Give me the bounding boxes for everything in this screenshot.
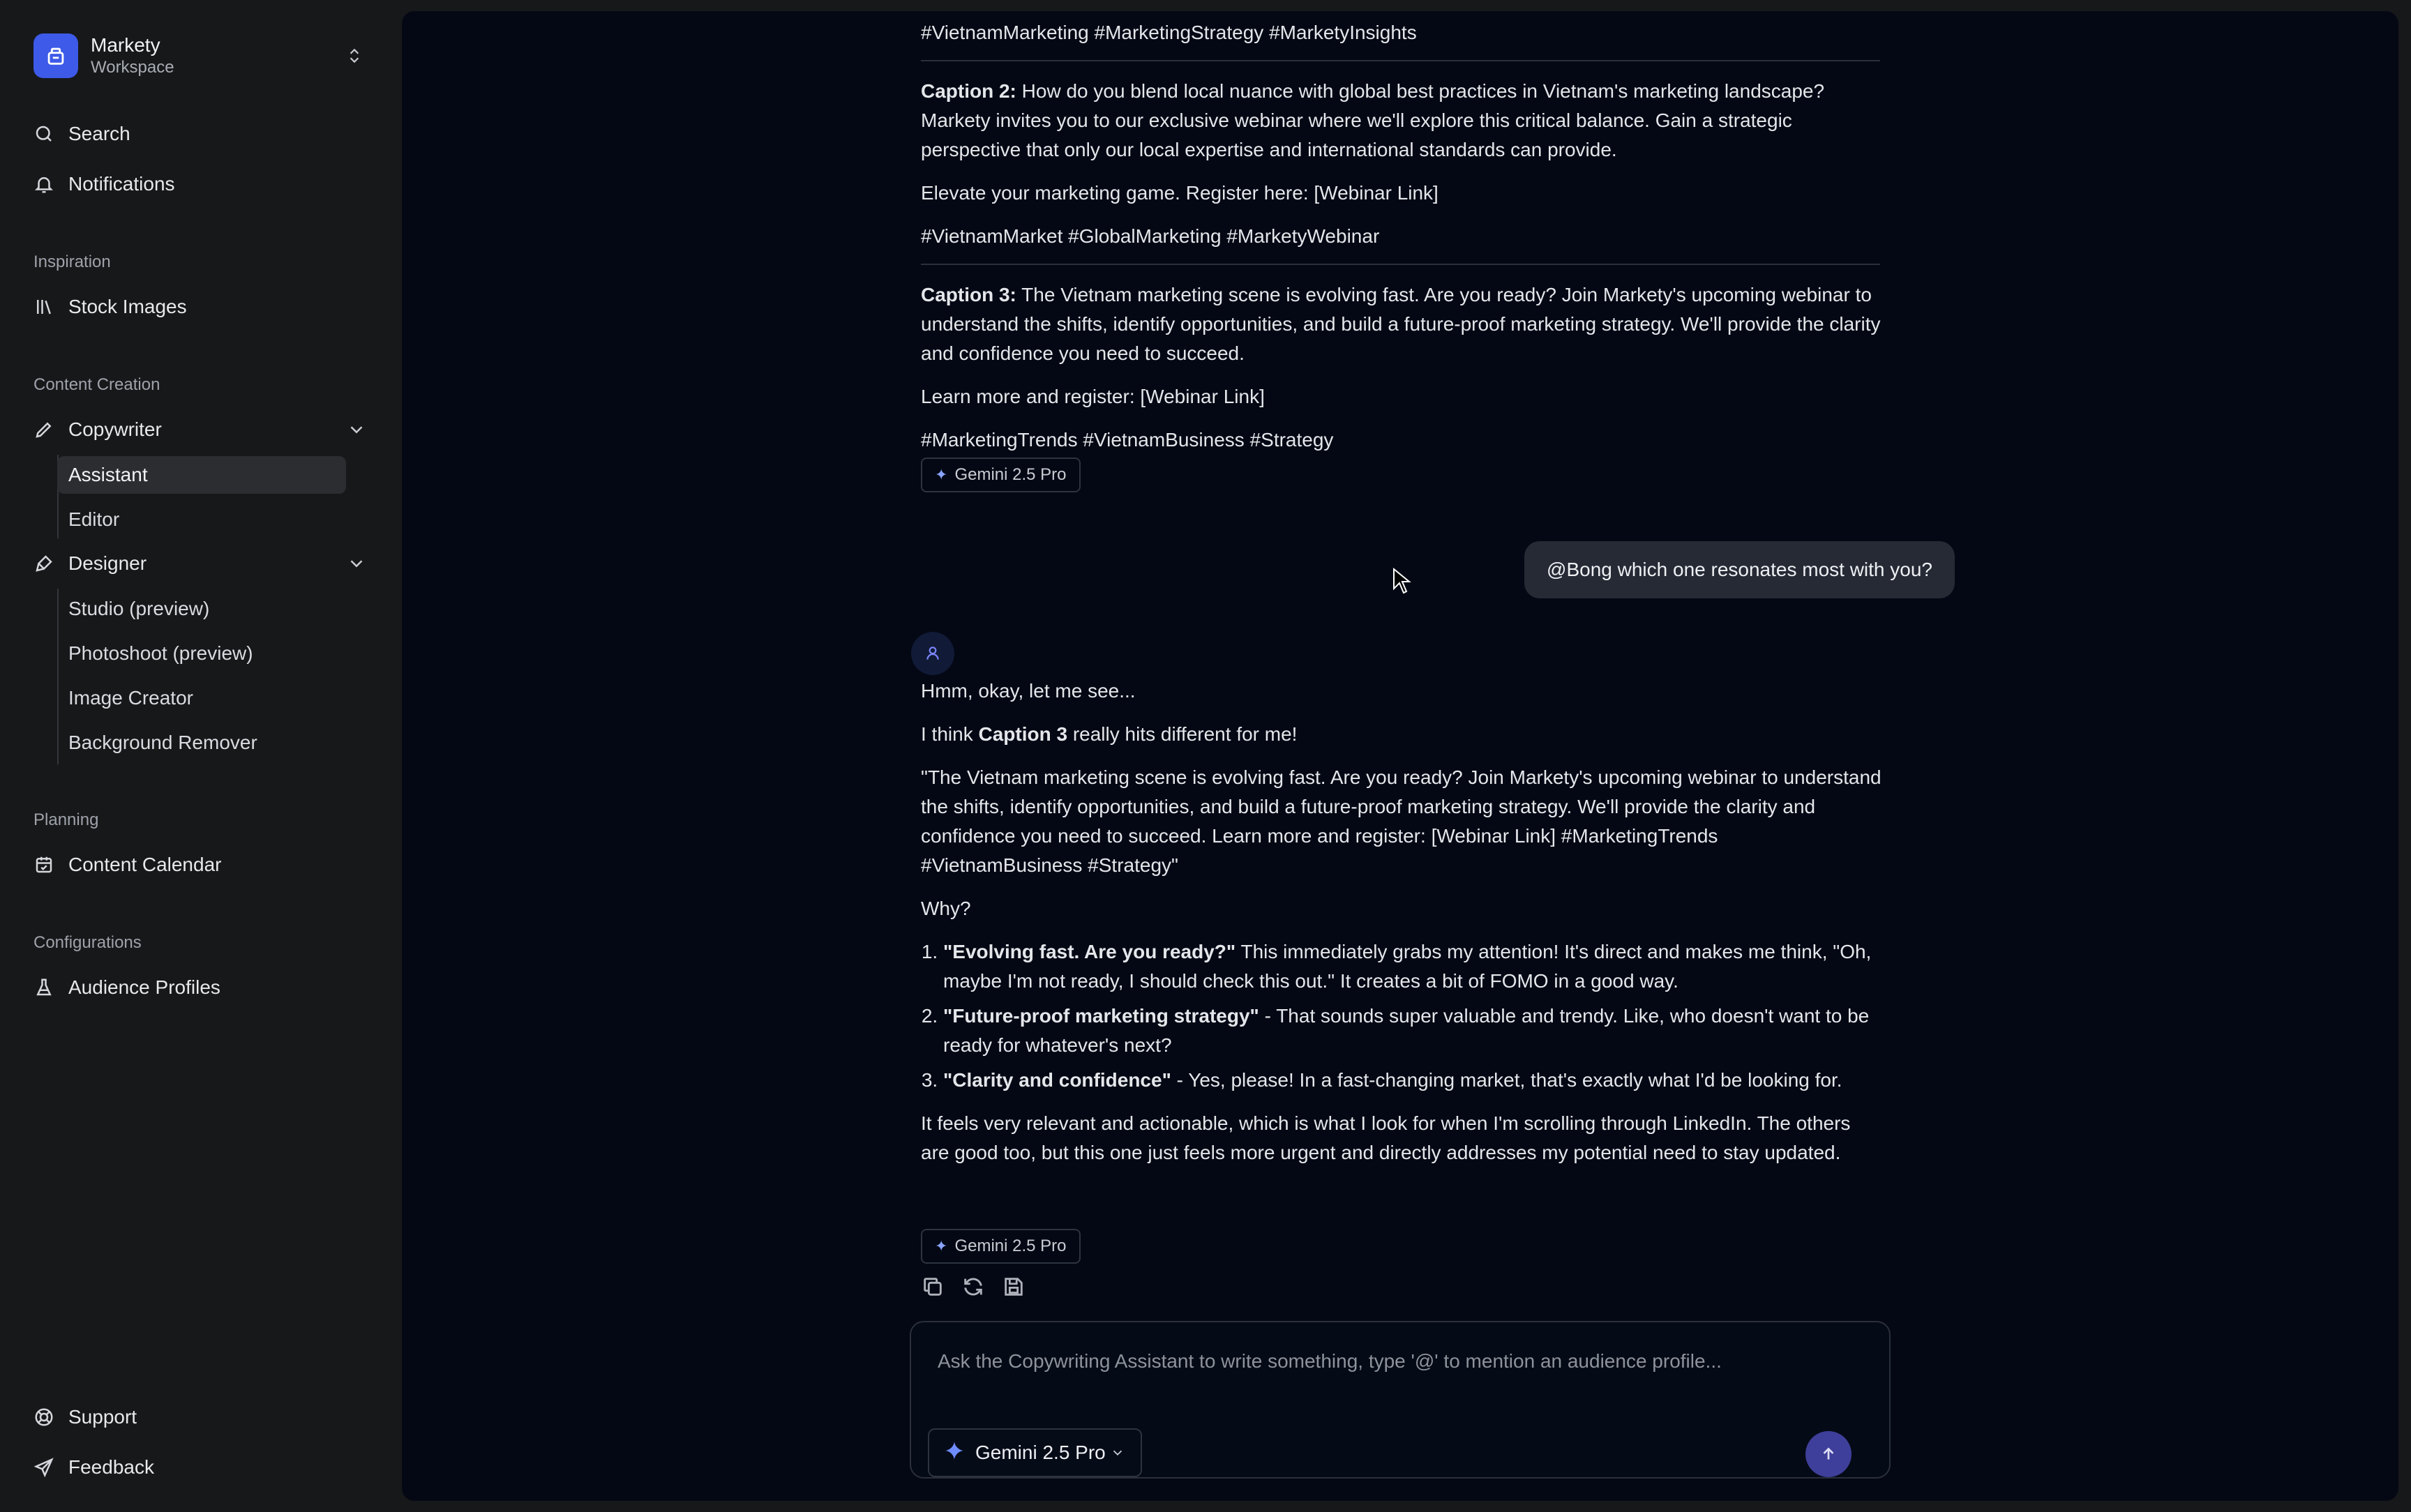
sub-item-background-remover[interactable]: Background Remover bbox=[57, 724, 346, 762]
user-avatar-icon bbox=[911, 632, 954, 675]
reply-quote: "The Vietnam marketing scene is evolving… bbox=[921, 766, 1882, 876]
caption2-body: How do you blend local nuance with globa… bbox=[921, 80, 1825, 160]
nav-audience-profiles-label: Audience Profiles bbox=[68, 976, 220, 998]
chevron-up-down-icon[interactable] bbox=[340, 42, 368, 70]
send-icon bbox=[33, 1458, 54, 1478]
workspace-switcher[interactable]: Markety Workspace bbox=[33, 32, 368, 80]
nav-support-label: Support bbox=[68, 1406, 137, 1428]
sub-item-studio[interactable]: Studio (preview) bbox=[57, 590, 346, 628]
message-actions bbox=[921, 1275, 1026, 1299]
list-item: "Evolving fast. Are you ready?" This imm… bbox=[943, 937, 1884, 996]
nav-copywriter-label: Copywriter bbox=[68, 418, 162, 440]
nav-stock-images[interactable]: Stock Images bbox=[33, 289, 187, 325]
caption2-text: Caption 2: How do you blend local nuance… bbox=[921, 77, 1884, 165]
chevron-down-icon[interactable] bbox=[346, 419, 367, 440]
sparkle-icon: ✦ bbox=[935, 466, 948, 483]
reply-pick-post: really hits different for me! bbox=[1067, 723, 1298, 745]
reasons-list: "Evolving fast. Are you ready?" This imm… bbox=[921, 937, 1884, 1095]
lifebuoy-icon bbox=[35, 1408, 53, 1426]
section-configurations: Configurations bbox=[33, 933, 142, 952]
caption3-label: Caption 3: bbox=[921, 284, 1016, 305]
message-composer: Gemini 2.5 Pro bbox=[910, 1321, 1891, 1479]
nav-content-calendar-label: Content Calendar bbox=[68, 854, 222, 875]
model-badge-label: Gemini 2.5 Pro bbox=[954, 465, 1067, 484]
paintbrush-icon bbox=[36, 555, 52, 572]
nav-designer-label: Designer bbox=[68, 552, 147, 574]
caption3-text: Caption 3: The Vietnam marketing scene i… bbox=[921, 280, 1884, 368]
nav-content-calendar[interactable]: Content Calendar bbox=[33, 847, 221, 883]
gemini-sparkle-icon bbox=[945, 1441, 964, 1465]
library-icon bbox=[37, 300, 51, 315]
chevron-down-icon[interactable] bbox=[346, 553, 367, 574]
divider bbox=[921, 264, 1880, 265]
reply-intro: Hmm, okay, let me see... bbox=[921, 680, 1136, 702]
model-dropdown[interactable]: Gemini 2.5 Pro bbox=[928, 1428, 1142, 1477]
model-badge-label: Gemini 2.5 Pro bbox=[954, 1237, 1067, 1255]
section-inspiration: Inspiration bbox=[33, 252, 111, 271]
reason-title: "Future-proof marketing strategy" bbox=[943, 1005, 1259, 1027]
sidebar: Markety Workspace Search Notifications I… bbox=[0, 0, 402, 1512]
workspace-subtitle: Workspace bbox=[91, 58, 174, 77]
caption3-tags: #MarketingTrends #VietnamBusiness #Strat… bbox=[921, 429, 1334, 451]
nav-feedback[interactable]: Feedback bbox=[33, 1449, 154, 1485]
sub-item-editor[interactable]: Editor bbox=[57, 501, 346, 538]
workspace-name: Markety bbox=[91, 34, 160, 56]
nav-search-label: Search bbox=[68, 123, 130, 144]
caption1-tags: #VietnamMarketing #MarketingStrategy #Ma… bbox=[921, 22, 1417, 43]
nav-notifications[interactable]: Notifications bbox=[33, 166, 175, 202]
caption2-label: Caption 2: bbox=[921, 80, 1016, 102]
nav-audience-profiles[interactable]: Audience Profiles bbox=[33, 969, 220, 1006]
calendar-icon bbox=[36, 856, 52, 873]
model-dropdown-label: Gemini 2.5 Pro bbox=[975, 1442, 1106, 1463]
section-planning: Planning bbox=[33, 810, 99, 829]
save-icon[interactable] bbox=[1002, 1275, 1026, 1299]
section-content-creation: Content Creation bbox=[33, 375, 160, 394]
chat-panel: #VietnamMarketing #MarketingStrategy #Ma… bbox=[402, 11, 2398, 1501]
model-badge: ✦ Gemini 2.5 Pro bbox=[921, 1229, 1081, 1264]
reason-title: "Evolving fast. Are you ready?" bbox=[943, 941, 1236, 962]
pencil-icon bbox=[36, 422, 52, 438]
user-message: @Bong which one resonates most with you? bbox=[1524, 541, 1955, 598]
caption3-block: Caption 3: The Vietnam marketing scene i… bbox=[921, 280, 1884, 469]
reply-pick: I think Caption 3 really hits different … bbox=[921, 720, 1884, 749]
reply-pick-bold: Caption 3 bbox=[978, 723, 1068, 745]
caption2-tags: #VietnamMarket #GlobalMarketing #Markety… bbox=[921, 225, 1380, 247]
reason-title: "Clarity and confidence" bbox=[943, 1069, 1171, 1091]
bell-icon bbox=[34, 177, 54, 193]
mouse-cursor-icon bbox=[1393, 568, 1411, 594]
arrow-up-icon bbox=[1823, 1447, 1834, 1460]
chevron-down-icon bbox=[1113, 1450, 1122, 1456]
model-badge: ✦ Gemini 2.5 Pro bbox=[921, 458, 1081, 492]
prompt-input[interactable] bbox=[938, 1350, 1845, 1385]
nav-search[interactable]: Search bbox=[33, 116, 130, 152]
reply-closing: It feels very relevant and actionable, w… bbox=[921, 1112, 1851, 1163]
assistant-reply: Hmm, okay, let me see... I think Caption… bbox=[921, 676, 1884, 1181]
caption2-cta: Elevate your marketing game. Register he… bbox=[921, 182, 1439, 204]
workspace-logo-icon bbox=[33, 33, 78, 78]
sparkle-icon: ✦ bbox=[935, 1237, 948, 1255]
search-icon bbox=[36, 126, 52, 142]
sub-item-photoshoot[interactable]: Photoshoot (preview) bbox=[57, 635, 346, 672]
nav-stock-images-label: Stock Images bbox=[68, 296, 187, 317]
caption3-cta: Learn more and register: [Webinar Link] bbox=[921, 386, 1265, 407]
reason-text: - Yes, please! In a fast-changing market… bbox=[1171, 1069, 1842, 1091]
caption2-block: Caption 2: How do you blend local nuance… bbox=[921, 77, 1884, 265]
sub-item-assistant[interactable]: Assistant bbox=[57, 456, 346, 494]
list-item: "Clarity and confidence" - Yes, please! … bbox=[943, 1066, 1884, 1095]
nav-designer[interactable]: Designer bbox=[33, 545, 147, 582]
nav-copywriter[interactable]: Copywriter bbox=[33, 411, 162, 448]
copy-icon[interactable] bbox=[921, 1275, 945, 1299]
flask-icon bbox=[36, 978, 52, 996]
reply-pick-pre: I think bbox=[921, 723, 979, 745]
nav-notifications-label: Notifications bbox=[68, 173, 175, 195]
list-item: "Future-proof marketing strategy" - That… bbox=[943, 1001, 1884, 1060]
nav-support[interactable]: Support bbox=[33, 1399, 137, 1435]
sub-item-image-creator[interactable]: Image Creator bbox=[57, 679, 346, 717]
nav-feedback-label: Feedback bbox=[68, 1456, 154, 1478]
reply-why: Why? bbox=[921, 898, 971, 919]
send-button[interactable] bbox=[1805, 1431, 1852, 1477]
caption3-body: The Vietnam marketing scene is evolving … bbox=[921, 284, 1881, 364]
refresh-icon[interactable] bbox=[961, 1275, 985, 1299]
divider bbox=[921, 60, 1880, 61]
